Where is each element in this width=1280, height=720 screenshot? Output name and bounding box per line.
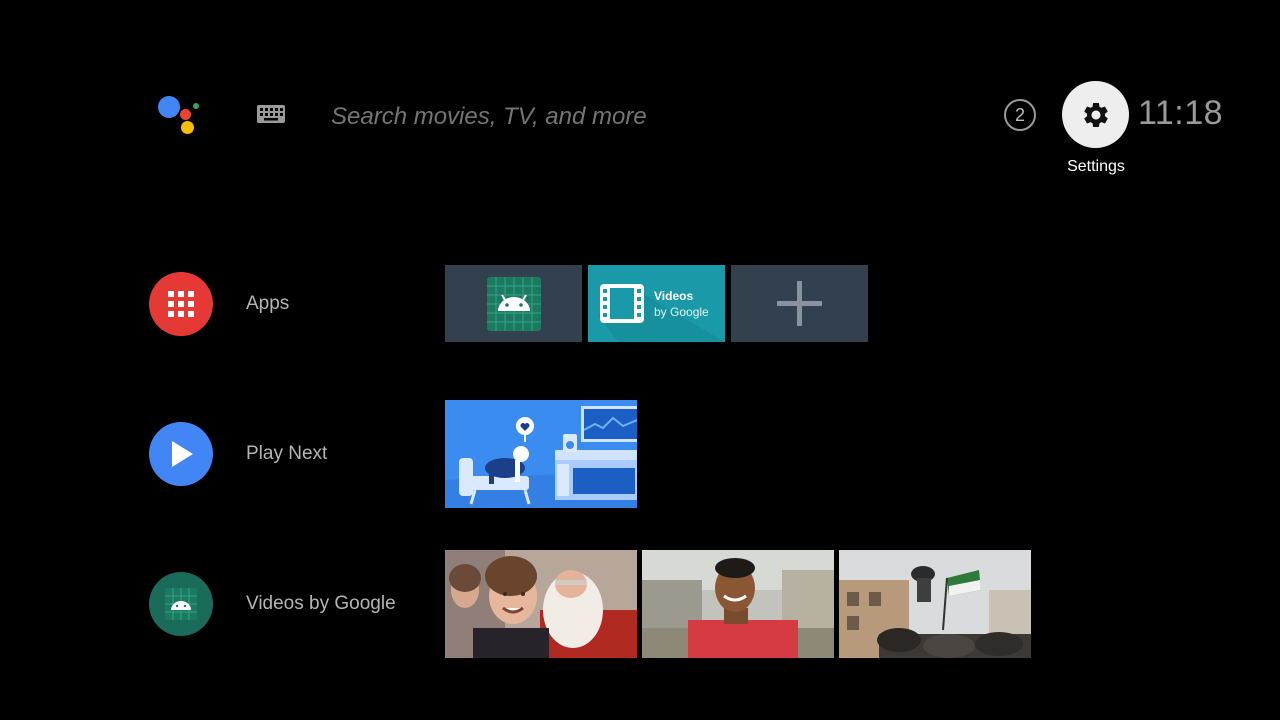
android-icon [165,588,197,620]
videos-tile-subtitle: by Google [654,305,709,319]
keyboard-icon[interactable] [256,104,286,124]
video-thumbnail[interactable] [642,550,834,658]
videos-row-title: Videos by Google [246,593,396,614]
play-icon [172,441,193,467]
apps-grid-icon [168,291,194,317]
play-next-row-title: Play Next [246,443,328,464]
apps-row-title: Apps [246,293,290,314]
app-tile-videos[interactable]: Videos by Google [588,265,725,342]
android-icon [487,277,541,331]
tv-home-screen: 2 Settings 11:18 Apps [0,0,1280,720]
app-tile-android[interactable] [445,265,582,342]
settings-label: Settings [1067,158,1125,175]
play-next-card[interactable] [445,400,637,508]
notifications-badge[interactable]: 2 [1004,99,1036,131]
play-next-row-icon[interactable] [149,422,213,486]
add-app-button[interactable] [731,265,868,342]
search-input[interactable] [329,100,933,134]
videos-tile-title: Videos [654,289,694,303]
video-thumbnail[interactable] [445,550,637,658]
clock: 11:18 [1138,94,1224,132]
apps-row-icon[interactable] [149,272,213,336]
settings-button[interactable] [1062,81,1129,148]
film-icon [600,284,644,323]
video-thumbnail[interactable] [839,550,1031,658]
videos-row-icon[interactable] [149,572,213,636]
gear-icon [1083,102,1108,127]
plus-icon [777,281,822,326]
assistant-icon[interactable] [156,94,202,134]
